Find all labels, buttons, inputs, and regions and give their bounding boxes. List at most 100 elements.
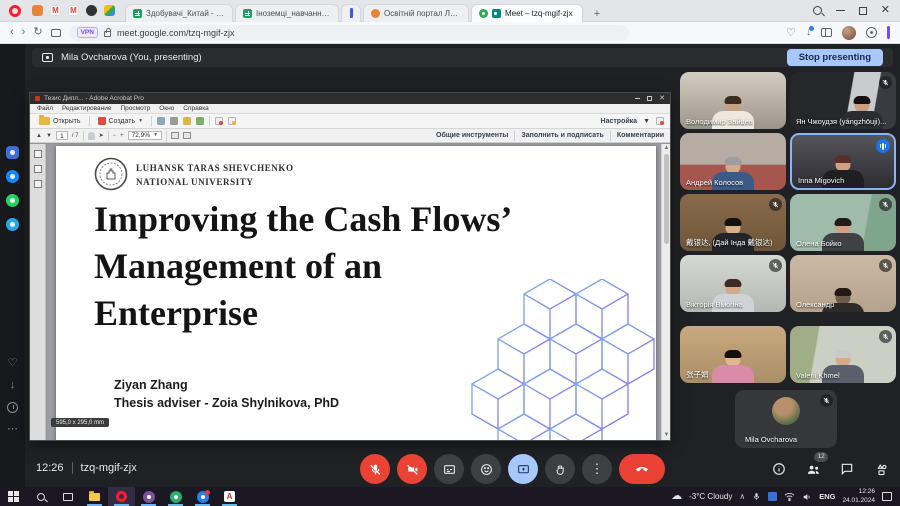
fit-page-icon[interactable] (183, 132, 191, 139)
participant-tile-speaking[interactable]: Inna Migovich (790, 133, 896, 190)
task-view-icon[interactable] (54, 487, 81, 506)
participant-tile[interactable]: 戴银达, (Дай Інда 戴银达) (680, 194, 786, 251)
more-dots-icon[interactable]: ⋯ (7, 424, 18, 435)
export-pdf-icon[interactable] (215, 117, 223, 125)
weather-cloud-icon[interactable]: ☁ (671, 491, 682, 502)
tray-mic-icon[interactable] (752, 491, 761, 502)
more-options-button[interactable]: ⋮ (582, 454, 612, 484)
comments-tab[interactable]: Комментарии (617, 132, 664, 139)
captions-button[interactable] (434, 454, 464, 484)
participant-tile[interactable]: Ян Чжоудзя (yángzhōuji)... (790, 72, 896, 129)
sidebar-toggle[interactable] (887, 26, 890, 39)
gmail-icon[interactable]: M (50, 5, 61, 16)
acrobat-scrollbar[interactable]: ▲ ▼ (661, 144, 670, 440)
document-area[interactable]: LUHANSK TARAS SHEVCHENKO NATIONAL UNIVER… (47, 144, 661, 440)
close-icon[interactable]: ✕ (659, 95, 665, 102)
messenger-icon[interactable] (6, 170, 19, 183)
viber-icon[interactable] (135, 487, 162, 506)
language-indicator[interactable]: ENG (819, 492, 835, 501)
reload-icon[interactable]: ↻ (33, 27, 42, 38)
end-call-button[interactable] (619, 454, 665, 484)
info-icon[interactable] (769, 458, 789, 480)
open-button[interactable]: Открыть (36, 116, 84, 126)
whatsapp-icon[interactable] (6, 194, 19, 207)
start-button[interactable] (0, 487, 27, 506)
wechat-icon[interactable] (162, 487, 189, 506)
globe-icon[interactable] (86, 5, 97, 16)
convert-pdf-icon[interactable] (228, 117, 236, 125)
camera-off-button[interactable] (397, 454, 427, 484)
browser-app-icon[interactable] (189, 487, 216, 506)
zoom-out-icon[interactable]: − (113, 133, 117, 139)
participant-tile[interactable]: Олена Бойко (790, 194, 896, 251)
scrollbar-thumb[interactable] (664, 154, 669, 244)
new-tab-button[interactable]: + (589, 6, 605, 22)
tab-sheets-2[interactable]: Іноземці_навчання (по... (235, 4, 339, 22)
prev-page-icon[interactable]: ▲ (36, 133, 42, 139)
back-icon[interactable]: ‹ (10, 27, 14, 38)
url-field[interactable]: VPN meet.google.com/tzq-mgif-zjx (69, 25, 629, 41)
create-button[interactable]: Создать▼ (95, 116, 147, 126)
menu-window[interactable]: Окно (159, 105, 174, 112)
menu-file[interactable]: Файл (37, 105, 53, 112)
minimize-icon[interactable] (635, 98, 640, 99)
scroll-down-icon[interactable]: ▼ (662, 431, 671, 440)
print-icon[interactable] (170, 117, 178, 125)
page-number-field[interactable]: 1 (56, 131, 68, 140)
fill-sign-tab[interactable]: Заполнить и подписать (521, 132, 604, 139)
tools-tab[interactable]: Общие инструменты (436, 132, 508, 139)
participant-tile[interactable]: Андрей Колосов (680, 133, 786, 190)
people-icon[interactable]: 12 (803, 458, 823, 480)
notification-center-icon[interactable] (882, 492, 892, 501)
acrobat-reader-icon[interactable]: A (216, 487, 243, 506)
participant-tile[interactable]: Вікторія Вьюгіна (680, 255, 786, 312)
stop-presenting-button[interactable]: Stop presenting (787, 49, 883, 66)
forward-icon[interactable]: › (22, 27, 26, 38)
history-clock-icon[interactable] (7, 402, 18, 413)
tab-portal[interactable]: Освітній портал ЛНУ ім... (363, 4, 469, 22)
clock-date[interactable]: 12:26 24.01.2024 (842, 488, 875, 504)
chat-icon[interactable] (837, 458, 857, 480)
tab-pinned[interactable] (341, 4, 361, 22)
download-arrow-icon[interactable]: ↓ (10, 380, 16, 391)
network-icon[interactable] (784, 492, 795, 501)
customize-button[interactable]: Настройка (601, 118, 638, 125)
opera-taskbar-icon[interactable] (108, 487, 135, 506)
hand-tool-icon[interactable] (88, 132, 95, 140)
mic-off-button[interactable] (360, 454, 390, 484)
settings-gear-icon[interactable] (866, 27, 877, 38)
raise-hand-button[interactable] (545, 454, 575, 484)
fit-width-icon[interactable] (171, 132, 179, 139)
speed-dial-icon[interactable] (51, 29, 61, 37)
maximize-icon[interactable] (859, 7, 867, 15)
downloads-icon[interactable]: ↓ (806, 27, 811, 38)
close-icon[interactable]: ✕ (881, 5, 890, 16)
url-text[interactable]: meet.google.com/tzq-mgif-zjx (117, 28, 235, 38)
workspace-icon[interactable] (6, 146, 19, 159)
shortcut-icon[interactable] (32, 5, 43, 16)
telegram-icon[interactable] (6, 218, 19, 231)
taskbar-search-icon[interactable] (27, 487, 54, 506)
gmail-icon[interactable]: M (68, 5, 79, 16)
reactions-button[interactable] (471, 454, 501, 484)
zoom-level-select[interactable]: 72,9%▼ (128, 131, 162, 140)
tab-meet-active[interactable]: Meet – tzq-mgif-zjx (471, 4, 583, 22)
bookmarks-panel-icon[interactable] (34, 165, 42, 173)
opera-menu-button[interactable] (0, 0, 30, 22)
volume-icon[interactable] (802, 492, 812, 502)
file-explorer-icon[interactable] (81, 487, 108, 506)
wishlist-heart-icon[interactable]: ♡ (8, 358, 18, 369)
menu-edit[interactable]: Редактирование (62, 105, 112, 112)
participant-tile[interactable]: Володимир Зайцев (680, 72, 786, 129)
select-tool-icon[interactable]: ➤ (99, 132, 104, 139)
bookmark-heart-icon[interactable]: ♡ (786, 26, 796, 39)
participant-tile[interactable]: 张子娟 (680, 326, 786, 383)
present-screen-button[interactable] (508, 454, 538, 484)
zoom-in-icon[interactable]: + (120, 133, 124, 139)
scroll-up-icon[interactable]: ▲ (662, 144, 671, 153)
minimize-icon[interactable] (836, 10, 845, 12)
self-view-tile[interactable]: Mila Ovcharova (735, 390, 837, 448)
drive-icon[interactable] (104, 5, 115, 16)
maximize-icon[interactable] (647, 96, 652, 101)
profile-avatar[interactable] (842, 26, 856, 40)
